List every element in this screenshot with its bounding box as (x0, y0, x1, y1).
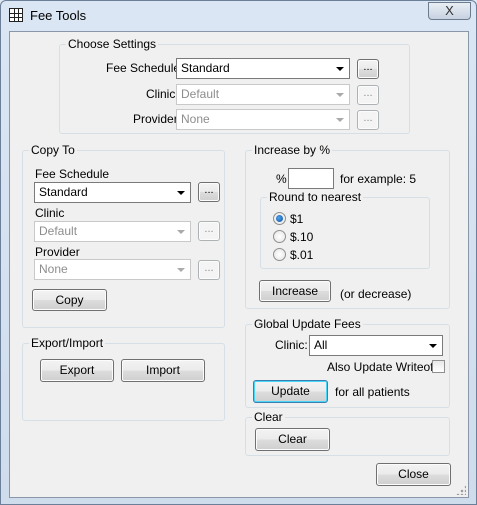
copy-fee-schedule-value: Standard (39, 185, 88, 199)
clear-group: Clear Clear (245, 410, 450, 456)
close-button[interactable]: Close (376, 463, 451, 486)
decrease-note: (or decrease) (340, 287, 412, 301)
title-bar[interactable]: Fee Tools X (1, 1, 476, 31)
export-import-group: Export/Import Export Import (22, 336, 225, 421)
round-dollar-label: $1 (290, 212, 304, 226)
copy-provider-ellipsis-button[interactable]: ... (198, 260, 220, 280)
copy-clinic-combo[interactable]: Default (34, 221, 191, 242)
round-cent-radio[interactable] (273, 248, 286, 261)
provider-value: None (181, 112, 210, 126)
close-icon[interactable]: X (428, 2, 471, 20)
round-dime-label: $.10 (290, 230, 314, 244)
round-to-nearest-group: Round to nearest $1 $.10 $.01 (260, 190, 430, 269)
increase-by-group: Increase by % % for example: 5 Round to … (245, 143, 450, 309)
clinic-value: Default (181, 87, 220, 101)
import-button[interactable]: Import (121, 359, 205, 382)
percent-label: % (276, 172, 287, 186)
client-area: Choose Settings Fee Schedule Standard ..… (9, 31, 469, 498)
window-title: Fee Tools (30, 8, 87, 23)
resize-grip-icon[interactable] (456, 485, 466, 495)
copy-provider-value: None (39, 262, 68, 276)
round-dollar-radio[interactable] (273, 212, 286, 225)
update-button[interactable]: Update (253, 380, 328, 403)
export-button[interactable]: Export (40, 359, 114, 382)
global-clinic-combo[interactable]: All (309, 335, 443, 356)
clear-legend: Clear (252, 410, 285, 424)
global-update-legend: Global Update Fees (252, 317, 363, 331)
global-clinic-label: Clinic: (275, 338, 308, 352)
global-update-group: Global Update Fees Clinic: All Also Upda… (245, 317, 450, 408)
provider-ellipsis-button[interactable]: ... (357, 110, 379, 130)
provider-combo[interactable]: None (176, 109, 350, 130)
copy-to-group: Copy To Fee Schedule Standard ... Clinic… (22, 143, 225, 328)
fee-tools-window: Fee Tools X Choose Settings Fee Schedule… (0, 0, 477, 505)
copy-clinic-label: Clinic (35, 206, 65, 220)
fee-schedule-combo[interactable]: Standard (176, 58, 350, 79)
clinic-label: Clinic (146, 87, 176, 101)
round-cent-label: $.01 (290, 248, 314, 262)
choose-settings-group: Choose Settings Fee Schedule Standard ..… (59, 37, 410, 134)
copy-provider-combo[interactable]: None (34, 259, 191, 280)
dropdown-arrow-icon (429, 344, 437, 348)
copy-fee-schedule-combo[interactable]: Standard (34, 182, 191, 203)
writeoffs-label: Also Update Writeoffs (327, 360, 443, 374)
clear-button[interactable]: Clear (255, 428, 330, 451)
export-import-legend: Export/Import (29, 336, 106, 350)
update-note: for all patients (335, 385, 410, 399)
copy-provider-label: Provider (35, 245, 80, 259)
dropdown-arrow-icon (177, 191, 185, 195)
copy-clinic-ellipsis-button[interactable]: ... (198, 221, 220, 241)
choose-settings-legend: Choose Settings (66, 37, 159, 51)
copy-button[interactable]: Copy (32, 289, 107, 311)
increase-button[interactable]: Increase (259, 280, 331, 302)
copy-fee-schedule-ellipsis-button[interactable]: ... (198, 182, 220, 202)
round-dime-radio[interactable] (273, 230, 286, 243)
percent-input[interactable] (288, 168, 334, 189)
dropdown-arrow-icon (336, 93, 344, 97)
writeoffs-checkbox[interactable] (432, 360, 445, 373)
dropdown-arrow-icon (336, 67, 344, 71)
clinic-combo[interactable]: Default (176, 84, 350, 105)
dropdown-arrow-icon (177, 268, 185, 272)
dropdown-arrow-icon (336, 118, 344, 122)
fee-schedule-label: Fee Schedule (106, 61, 181, 75)
fee-schedule-value: Standard (181, 61, 230, 75)
dropdown-arrow-icon (177, 230, 185, 234)
round-legend: Round to nearest (267, 190, 364, 204)
provider-label: Provider (133, 112, 178, 126)
copy-clinic-value: Default (39, 224, 78, 238)
global-clinic-value: All (314, 338, 328, 352)
example-text: for example: 5 (340, 172, 417, 186)
copy-fee-schedule-label: Fee Schedule (35, 167, 110, 181)
clinic-ellipsis-button[interactable]: ... (357, 85, 379, 105)
grid-table-icon (9, 8, 23, 22)
increase-by-legend: Increase by % (252, 143, 333, 157)
copy-to-legend: Copy To (29, 143, 77, 157)
fee-schedule-ellipsis-button[interactable]: ... (357, 59, 379, 79)
